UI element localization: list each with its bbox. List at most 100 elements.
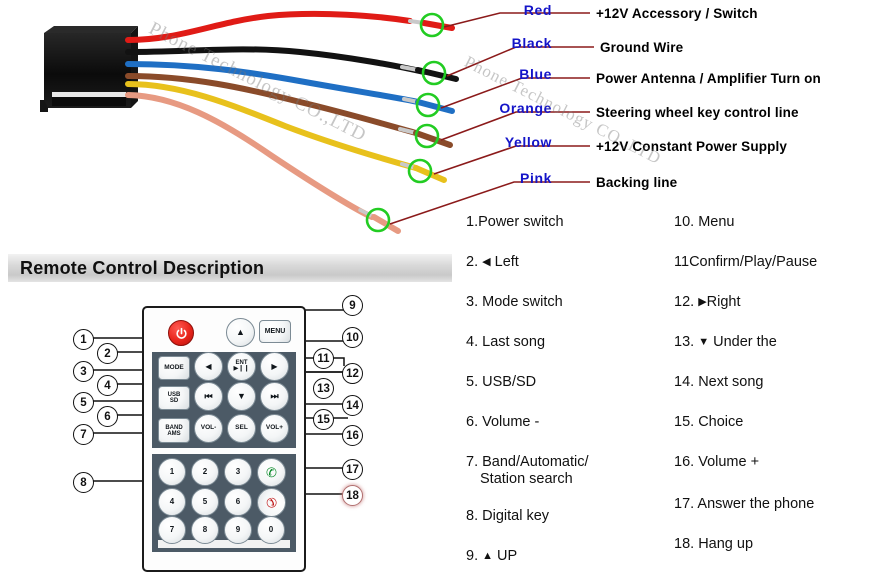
legend-item-12: 12. ▶Right	[674, 294, 741, 311]
remote-control-device: ▲ MENU MODE ◀ ENT ▶❙❙ ▶ USB SD ⏮ ▼ ⏭ BAN…	[142, 306, 306, 572]
legend-text-18: Hang up	[698, 536, 754, 552]
legend-item-15: 15. Choice	[674, 414, 743, 431]
legend-item-18: 18. Hang up	[674, 536, 753, 553]
band-ams-button[interactable]: BAND AMS	[158, 418, 190, 443]
legend-item-6: 6. Volume -	[466, 414, 539, 431]
button-legend: 1.Power switch 2. ◀ Left 3. Mode switch …	[466, 210, 876, 575]
right-button[interactable]: ▶	[260, 352, 289, 381]
legend-text-9: UP	[497, 548, 518, 564]
legend-text-7-line2: Station search	[480, 471, 573, 488]
legend-text-2: Left	[494, 254, 519, 270]
left-button[interactable]: ◀	[194, 352, 223, 381]
legend-num-9: 9.	[466, 548, 479, 564]
legend-text-1: Power switch	[478, 214, 564, 230]
power-button[interactable]	[168, 320, 194, 346]
legend-item-7: 7. Band/Automatic/ Station search	[466, 454, 589, 488]
menu-button[interactable]: MENU	[259, 320, 291, 343]
legend-num-12: 12.	[674, 294, 695, 310]
key-8[interactable]: 8	[191, 516, 219, 544]
legend-item-3: 3. Mode switch	[466, 294, 563, 311]
legend-num-10: 10.	[674, 214, 695, 230]
callout-2: 2	[97, 343, 118, 364]
legend-item-9: 9. ▲ UP	[466, 548, 517, 565]
legend-num-8: 8.	[466, 508, 479, 524]
legend-num-16: 16.	[674, 454, 695, 470]
next-track-button[interactable]: ⏭	[260, 382, 289, 411]
volume-up-button[interactable]: VOL+	[260, 414, 289, 443]
usb-sd-button[interactable]: USB SD	[158, 386, 190, 410]
legend-num-11: 11	[674, 254, 690, 270]
callout-3: 3	[73, 361, 94, 382]
key-6[interactable]: 6	[224, 488, 252, 516]
legend-num-18: 18.	[674, 536, 695, 552]
legend-text-17: Answer the phone	[697, 496, 815, 512]
legend-num-7: 7.	[466, 454, 479, 470]
volume-down-button[interactable]: VOL-	[194, 414, 223, 443]
up-button[interactable]: ▲	[226, 318, 255, 347]
answer-call-button[interactable]: ✆	[257, 458, 286, 487]
enter-play-pause-button[interactable]: ENT ▶❙❙	[227, 352, 256, 381]
legend-num-5: 5.	[466, 374, 479, 390]
callout-17: 17	[342, 459, 363, 480]
callout-18: 18	[342, 485, 363, 506]
sd-label: SD	[169, 398, 179, 404]
callout-12: 12	[342, 363, 363, 384]
callout-13: 13	[313, 378, 334, 399]
ams-label: AMS	[167, 430, 181, 437]
legend-text-10: Menu	[698, 214, 735, 230]
legend-text-13: Under the	[713, 334, 777, 350]
legend-num-14: 14.	[674, 374, 695, 390]
mode-button[interactable]: MODE	[158, 356, 190, 380]
key-1[interactable]: 1	[158, 458, 186, 486]
legend-text-12: Right	[706, 294, 741, 310]
legend-text-5: USB/SD	[482, 374, 537, 390]
legend-num-1: 1.	[466, 214, 479, 230]
left-arrow-icon: ◀	[482, 256, 491, 268]
legend-num-2: 2.	[466, 254, 479, 270]
legend-item-8: 8. Digital key	[466, 508, 549, 525]
key-7[interactable]: 7	[158, 516, 186, 544]
legend-num-17: 17.	[674, 496, 695, 512]
down-button[interactable]: ▼	[227, 382, 256, 411]
callout-10: 10	[342, 327, 363, 348]
legend-text-15: Choice	[698, 414, 744, 430]
key-3[interactable]: 3	[224, 458, 252, 486]
key-9[interactable]: 9	[224, 516, 252, 544]
legend-item-16: 16. Volume +	[674, 454, 759, 471]
legend-item-1: 1.Power switch	[466, 214, 564, 231]
callout-5: 5	[73, 392, 94, 413]
callout-9: 9	[342, 295, 363, 316]
legend-item-4: 4. Last song	[466, 334, 545, 351]
callout-6: 6	[97, 406, 118, 427]
callout-1: 1	[73, 329, 94, 350]
previous-track-button[interactable]: ⏮	[194, 382, 223, 411]
legend-item-13: 13. ▼ Under the	[674, 334, 777, 351]
legend-num-4: 4.	[466, 334, 479, 350]
key-4[interactable]: 4	[158, 488, 186, 516]
legend-num-3: 3.	[466, 294, 479, 310]
legend-text-8: Digital key	[482, 508, 550, 524]
callout-16: 16	[342, 425, 363, 446]
key-5[interactable]: 5	[191, 488, 219, 516]
legend-num-6: 6.	[466, 414, 479, 430]
phone-hangup-icon: ✆	[262, 493, 281, 512]
legend-text-4: Last song	[482, 334, 546, 350]
diagram-root: Red Black Blue Orange Yellow Pink +12V A…	[0, 0, 880, 577]
key-2[interactable]: 2	[191, 458, 219, 486]
callout-11: 11	[313, 348, 334, 369]
power-icon	[175, 327, 187, 339]
legend-item-10: 10. Menu	[674, 214, 734, 231]
legend-text-11: Confirm/Play/Pause	[689, 254, 818, 270]
callout-7: 7	[73, 424, 94, 445]
callout-4: 4	[97, 375, 118, 396]
callout-8: 8	[73, 472, 94, 493]
legend-text-16: Volume +	[698, 454, 760, 470]
select-button[interactable]: SEL	[227, 414, 256, 443]
key-0[interactable]: 0	[257, 516, 285, 544]
legend-text-14: Next song	[698, 374, 764, 390]
right-arrow-icon: ▶	[698, 296, 707, 308]
legend-item-17: 17. Answer the phone	[674, 496, 814, 513]
legend-num-15: 15.	[674, 414, 695, 430]
legend-item-14: 14. Next song	[674, 374, 764, 391]
phone-answer-icon: ✆	[266, 465, 277, 480]
